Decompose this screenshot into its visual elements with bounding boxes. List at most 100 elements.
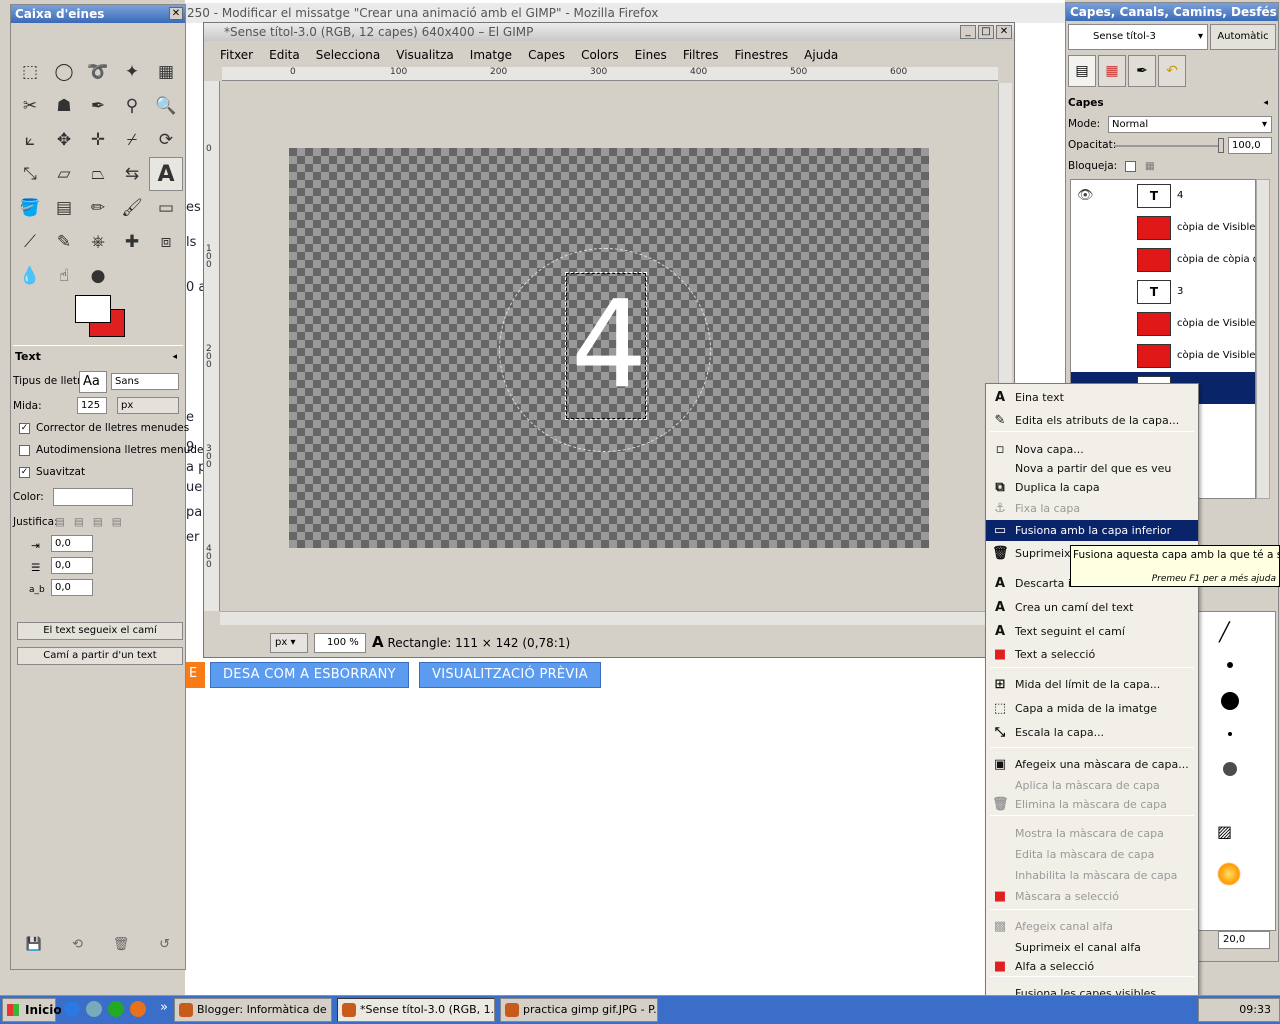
menu-item-text-seguint-el-camí[interactable]: A Text seguint el camí	[986, 621, 1198, 642]
menu-item-suprimeix-el-canal-alfa[interactable]: Suprimeix el canal alfa	[986, 937, 1198, 958]
preview-button[interactable]: VISUALITZACIÓ PRÈVIA	[419, 662, 601, 688]
menu-item-eina-text[interactable]: A Eina text	[986, 387, 1198, 408]
airbrush-icon[interactable]: ⟋	[13, 225, 47, 259]
horizontal-scrollbar[interactable]	[220, 611, 996, 625]
menu-edita[interactable]: Edita	[261, 45, 308, 65]
indent-input[interactable]: 0,0	[51, 535, 93, 552]
image-select[interactable]: Sense títol-3 ▾	[1068, 24, 1208, 50]
blur-icon[interactable]: 💧	[13, 259, 47, 293]
justify-icons[interactable]: ▤▤▤▤	[55, 511, 131, 533]
minimize-icon[interactable]: _	[960, 25, 976, 39]
heal-icon[interactable]: ✚	[115, 225, 149, 259]
save-draft-button[interactable]: DESA COM A ESBORRANY	[210, 662, 409, 688]
chevron-right-icon[interactable]: »	[160, 1000, 168, 1015]
menu-item-capa-a-mida-de-la-imatge[interactable]: ⬚ Capa a mida de la imatge	[986, 698, 1198, 719]
magnify-icon[interactable]: 🔍	[149, 89, 183, 123]
brush-spacing-input[interactable]: 20,0	[1218, 931, 1270, 949]
color-select-icon[interactable]: ▦	[149, 55, 183, 89]
lock-pixels-checkbox[interactable]	[1124, 160, 1136, 172]
opacity-slider-handle[interactable]	[1218, 138, 1224, 153]
menu-item-text-a-selecció[interactable]: ■ Text a selecció	[986, 644, 1198, 665]
size-unit-select[interactable]: px	[117, 397, 179, 414]
menu-item-escala-la-capa[interactable]: ⤡ Escala la capa...	[986, 722, 1198, 743]
layers-tab-icon[interactable]: ▤	[1068, 55, 1096, 87]
path-from-text-button[interactable]: Camí a partir d'un text	[17, 647, 183, 665]
menu-item-afegeix-una-màscara-de-capa[interactable]: ▣ Afegeix una màscara de capa...	[986, 754, 1198, 775]
font-preview-icon[interactable]: Aa	[79, 371, 107, 393]
mode-select[interactable]: Normal ▾	[1108, 116, 1272, 133]
menu-capes[interactable]: Capes	[520, 45, 573, 65]
letter-spacing-input[interactable]: 0,0	[51, 579, 93, 596]
pencil-icon[interactable]: ✏	[81, 191, 115, 225]
media-icon[interactable]	[108, 1001, 124, 1017]
close-icon[interactable]: ✕	[996, 25, 1012, 39]
autohint-row[interactable]: Autodimensiona lletres menudes	[13, 439, 209, 461]
opacity-slider[interactable]	[1114, 145, 1222, 147]
text-tool-icon[interactable]: A	[149, 157, 183, 191]
menu-ajuda[interactable]: Ajuda	[796, 45, 846, 65]
rect-select-icon[interactable]: ⬚	[13, 55, 47, 89]
eraser-icon[interactable]: ▭	[149, 191, 183, 225]
task-blogger[interactable]: Blogger: Informàtica de ...	[174, 998, 332, 1022]
align-icon[interactable]: ✛	[81, 123, 115, 157]
crop-icon[interactable]: ⌿	[115, 123, 149, 157]
menu-item-nova-capa[interactable]: ▫ Nova capa...	[986, 439, 1198, 460]
image-canvas[interactable]: 4	[289, 148, 929, 548]
bucket-fill-icon[interactable]: 🪣	[13, 191, 47, 225]
brush-tiny-icon[interactable]	[1228, 732, 1232, 736]
line-spacing-input[interactable]: 0,0	[51, 557, 93, 574]
brush-small-icon[interactable]	[1227, 662, 1233, 668]
ellipse-select-icon[interactable]: ◯	[47, 55, 81, 89]
layer-row[interactable]: còpia de Visible	[1071, 340, 1255, 372]
maximize-icon[interactable]: □	[978, 25, 994, 39]
network-icon[interactable]	[86, 1001, 102, 1017]
menu-item-edita-els-atributs-de-la-capa[interactable]: ✎ Edita els atributs de la capa...	[986, 410, 1198, 431]
panel-menu-icon[interactable]: ◂	[172, 346, 177, 368]
firefox-icon[interactable]	[130, 1001, 146, 1017]
eye-icon[interactable]: 👁	[1077, 180, 1094, 212]
vertical-ruler[interactable]: 0 1 0 0 2 0 0 3 0 0 4 0 0	[204, 81, 220, 611]
close-icon[interactable]: ✕	[169, 7, 183, 20]
menu-imatge[interactable]: Imatge	[462, 45, 520, 65]
menu-filtres[interactable]: Filtres	[675, 45, 727, 65]
brush-sparks-icon[interactable]	[1217, 862, 1241, 886]
layer-row[interactable]: T3	[1071, 276, 1255, 308]
horizontal-ruler[interactable]: 0 100 200 300 400 500 600	[222, 67, 998, 81]
flip-icon[interactable]: ⇆	[115, 157, 149, 191]
clone-icon[interactable]: ⎈	[81, 225, 115, 259]
gradient-icon[interactable]: ▤	[47, 191, 81, 225]
paths-icon[interactable]: ✒	[81, 89, 115, 123]
paths-tab-icon[interactable]: ✒	[1128, 55, 1156, 87]
size-input[interactable]: 125	[77, 397, 107, 414]
text-along-path-button[interactable]: El text segueix el camí	[17, 622, 183, 640]
shear-icon[interactable]: ▱	[47, 157, 81, 191]
autohint-checkbox[interactable]	[19, 444, 30, 456]
menu-selecciona[interactable]: Selecciona	[308, 45, 389, 65]
save-options-icon[interactable]: 💾	[26, 937, 42, 961]
paintbrush-icon[interactable]: 🖌	[115, 191, 149, 225]
scissors-icon[interactable]: ✂	[13, 89, 47, 123]
ink-icon[interactable]: ✎	[47, 225, 81, 259]
foreground-color[interactable]	[75, 295, 111, 323]
menu-item-alfa-a-selecció[interactable]: ■ Alfa a selecció	[986, 956, 1198, 977]
delete-options-icon[interactable]: 🗑	[113, 937, 130, 961]
opacity-input[interactable]: 100,0	[1228, 137, 1272, 154]
menu-fitxer[interactable]: Fitxer	[212, 45, 261, 65]
brush-line-icon[interactable]: ╱	[1219, 622, 1230, 643]
menu-colors[interactable]: Colors	[573, 45, 627, 65]
text-layer-boundary[interactable]	[565, 272, 647, 420]
start-button[interactable]: Inicio	[2, 998, 62, 1022]
layer-row[interactable]: 👁 T 4	[1071, 180, 1255, 212]
text-color-button[interactable]	[53, 488, 133, 506]
auto-button[interactable]: Automàtic	[1210, 24, 1276, 50]
hinting-row[interactable]: ✓ Corrector de lletres menudes	[13, 417, 189, 439]
channels-tab-icon[interactable]: ▦	[1098, 55, 1126, 87]
zoom-select[interactable]: 100 %	[314, 633, 366, 653]
layer-row[interactable]: còpia de còpia de V	[1071, 244, 1255, 276]
menu-item-nova-a-partir-del-que-es-veu[interactable]: Nova a partir del que es veu	[986, 458, 1198, 479]
brush-large-icon[interactable]	[1221, 692, 1239, 710]
menu-item-crea-un-camí-del-text[interactable]: A Crea un camí del text	[986, 597, 1198, 618]
reset-options-icon[interactable]: ↺	[159, 937, 170, 961]
antialias-checkbox[interactable]: ✓	[19, 466, 30, 478]
perspective-clone-icon[interactable]: ⧈	[149, 225, 183, 259]
